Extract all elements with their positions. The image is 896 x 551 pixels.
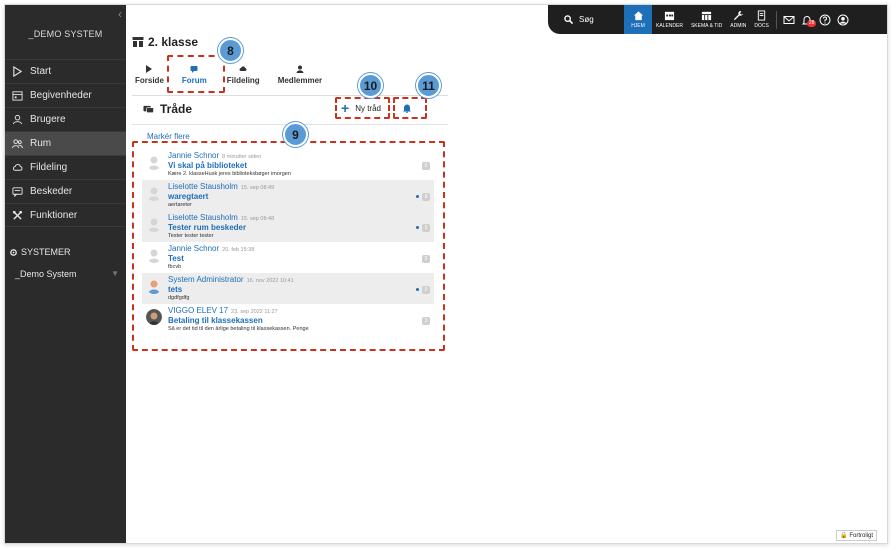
tab-forside[interactable]: Forside: [135, 65, 164, 85]
notifications-button[interactable]: 28: [798, 5, 817, 34]
sidebar-item-begivenheder[interactable]: Begivenheder: [5, 83, 126, 107]
confidential-label: 🔒 Fortroligt: [836, 530, 877, 541]
page-title-text: 2. klasse: [148, 35, 199, 49]
annotation-marker-9: 9: [283, 122, 308, 147]
wrench-icon: [733, 10, 743, 21]
sidebar-item-label: Rum: [30, 138, 52, 149]
share-icon: [11, 162, 23, 174]
calendar-icon: [664, 11, 675, 21]
user-icon: [296, 65, 304, 73]
play-icon: [146, 65, 153, 73]
help-button[interactable]: [816, 5, 834, 34]
sidebar-item-label: Beskeder: [30, 186, 73, 197]
section-title: Tråde: [143, 102, 192, 116]
sidebar-item-funktioner[interactable]: Funktioner: [5, 203, 126, 227]
tab-label: Medlemmer: [277, 76, 323, 85]
section-title-text: Tråde: [160, 102, 193, 116]
docs-button[interactable]: DOCS: [750, 5, 772, 34]
annotation-box-subscribe: [393, 97, 427, 119]
cloud-icon: [239, 66, 247, 71]
tab-label: Fildeling: [226, 76, 260, 85]
home-icon: [633, 11, 643, 21]
annotation-marker-10: 10: [358, 73, 383, 98]
tab-label: Forside: [135, 76, 164, 85]
sidebar-item-label: Begivenheder: [30, 90, 92, 101]
search-button[interactable]: Søg: [564, 15, 624, 24]
user-icon: [11, 114, 23, 126]
calendar-button[interactable]: KALENDER: [652, 5, 687, 34]
collapse-sidebar-icon[interactable]: ‹: [118, 7, 122, 21]
tabs-divider: [132, 95, 448, 96]
schedule-button[interactable]: SKEMA & TID: [687, 5, 726, 34]
search-icon: [564, 15, 573, 24]
top-toolbar: Søg HJEM KALENDER SKEMA & TID ADMIN DOCS: [548, 5, 887, 34]
sidebar: ‹ _DEMO SYSTEM Start Begivenheder Bruger…: [5, 5, 126, 543]
schedule-icon: [702, 11, 712, 21]
sidebar-nav: Start Begivenheder Brugere Rum Fildeling…: [5, 59, 126, 227]
system-brand: _DEMO SYSTEM: [28, 29, 103, 39]
play-icon: [11, 66, 23, 78]
document-icon: [757, 10, 766, 21]
app-window: ‹ _DEMO SYSTEM Start Begivenheder Bruger…: [4, 4, 888, 544]
calendar-label: KALENDER: [656, 23, 683, 29]
home-button[interactable]: HJEM: [624, 5, 652, 34]
envelope-icon: [783, 15, 795, 24]
schedule-label: SKEMA & TID: [690, 23, 723, 29]
room-icon: [11, 138, 23, 150]
annotation-marker-11: 11: [416, 73, 441, 98]
admin-button[interactable]: ADMIN: [726, 5, 750, 34]
admin-label: ADMIN: [730, 23, 747, 29]
annotation-box-forum: [167, 55, 225, 93]
help-icon: [819, 14, 831, 25]
tab-medlemmer[interactable]: Medlemmer: [278, 65, 322, 85]
sidebar-item-rum[interactable]: Rum: [5, 131, 126, 155]
toolbar-divider: [775, 10, 777, 29]
room-icon: [132, 37, 144, 47]
system-selector[interactable]: _Demo System ▼: [15, 269, 119, 279]
tools-icon: [11, 209, 23, 221]
sidebar-item-brugere[interactable]: Brugere: [5, 107, 126, 131]
profile-button[interactable]: [834, 5, 852, 34]
chevron-down-icon: ▼: [111, 269, 119, 278]
section-label: SYSTEMER: [21, 247, 71, 257]
tab-fildeling[interactable]: Fildeling: [227, 65, 260, 85]
sidebar-item-beskeder[interactable]: Beskeder: [5, 179, 126, 203]
messages-button[interactable]: [780, 5, 798, 34]
page-title: 2. klasse: [132, 35, 198, 49]
user-icon: [837, 14, 849, 25]
room-tabs: Forside Forum Fildeling Medlemmer: [135, 65, 336, 85]
sidebar-item-label: Funktioner: [30, 209, 78, 221]
annotation-box-new-thread: [335, 97, 390, 119]
mark-more-link[interactable]: Markér flere: [147, 132, 190, 141]
system-name: _Demo System: [15, 269, 77, 279]
calendar-icon: [11, 90, 23, 102]
home-label: HJEM: [631, 23, 645, 29]
sidebar-item-start[interactable]: Start: [5, 59, 126, 83]
sidebar-item-label: Start: [30, 66, 52, 77]
chat-icon: [143, 105, 154, 113]
sidebar-item-label: Brugere: [30, 114, 66, 125]
chat-icon: [11, 186, 23, 198]
docs-label: DOCS: [754, 23, 769, 29]
sidebar-item-label: Fildeling: [30, 162, 68, 173]
search-label: Søg: [579, 15, 594, 24]
gear-icon: [10, 248, 17, 256]
systems-section-title: SYSTEMER: [9, 247, 71, 257]
annotation-marker-8: 8: [218, 38, 243, 63]
sidebar-item-fildeling[interactable]: Fildeling: [5, 155, 126, 179]
confidential-text: Fortroligt: [849, 533, 873, 539]
annotation-box-thread-list: [132, 141, 445, 351]
